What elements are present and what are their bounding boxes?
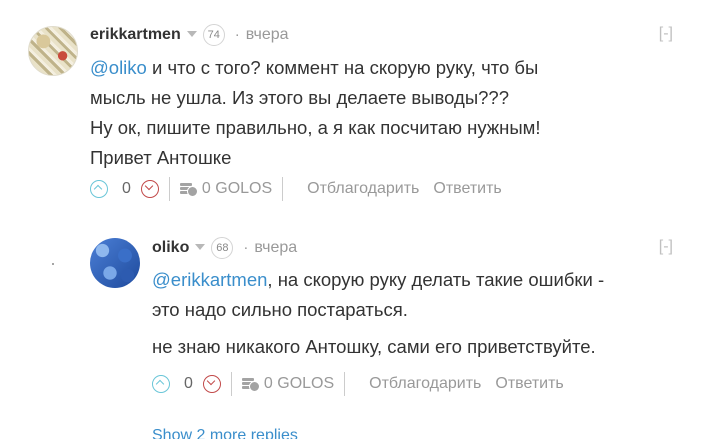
comment-line: Привет Антошке bbox=[90, 147, 232, 168]
separator-dot: · bbox=[243, 239, 249, 257]
comment-line: это надо сильно постараться. bbox=[152, 299, 408, 320]
comment-line: @erikkartmen, на скорую руку делать таки… bbox=[152, 265, 604, 295]
comment-line-text: , на скорую руку делать такие ошибки - bbox=[267, 269, 605, 290]
payout-icon bbox=[241, 376, 260, 392]
collapse-button[interactable]: [-] bbox=[659, 237, 673, 257]
thank-button[interactable]: Отблагодарить bbox=[307, 180, 419, 197]
comment-header: erikkartmen 74 · вчера bbox=[90, 24, 289, 46]
avatar[interactable] bbox=[90, 238, 140, 288]
mention-link[interactable]: @oliko bbox=[90, 57, 147, 78]
upvote-icon[interactable] bbox=[90, 180, 108, 198]
comment-actions: 0 0 GOLOS Отблагодарить Ответить bbox=[90, 177, 502, 201]
chevron-down-icon[interactable] bbox=[195, 244, 206, 250]
comment-line: Ну ок, пишите правильно, а я как посчита… bbox=[90, 117, 541, 138]
divider bbox=[344, 372, 346, 396]
avatar[interactable] bbox=[28, 26, 78, 76]
comment-line: не знаю никакого Антошку, сами его приве… bbox=[152, 336, 596, 357]
comment-line: мысль не ушла. Из этого вы делаете вывод… bbox=[90, 87, 509, 108]
stray-dot bbox=[52, 263, 54, 265]
payout-value[interactable]: 0 GOLOS bbox=[264, 375, 334, 392]
comment-text: @oliko и что с того? коммент на скорую р… bbox=[90, 53, 541, 173]
thank-button[interactable]: Отблагодарить bbox=[369, 375, 481, 392]
collapse-button[interactable]: [-] bbox=[659, 24, 673, 44]
show-more-replies-link[interactable]: Show 2 more replies bbox=[152, 426, 298, 439]
timestamp[interactable]: вчера bbox=[246, 26, 289, 43]
divider bbox=[230, 372, 232, 396]
downvote-icon[interactable] bbox=[140, 180, 159, 198]
reply-button[interactable]: Ответить bbox=[495, 375, 563, 392]
upvote-icon[interactable] bbox=[152, 375, 170, 393]
comment-header: oliko 68 · вчера bbox=[152, 237, 297, 259]
vote-count: 0 bbox=[184, 375, 193, 392]
comment-line-text: и что с того? коммент на скорую руку, чт… bbox=[146, 57, 539, 78]
separator-dot: · bbox=[234, 26, 240, 44]
vote-count: 0 bbox=[122, 180, 131, 197]
author-name[interactable]: erikkartmen bbox=[90, 26, 181, 43]
reputation-badge: 74 bbox=[202, 24, 225, 46]
downvote-icon[interactable] bbox=[202, 375, 221, 393]
author-name[interactable]: oliko bbox=[152, 239, 189, 256]
comments-thread: erikkartmen 74 · вчера [-] @oliko и что с т… bbox=[0, 0, 702, 439]
mention-link[interactable]: @erikkartmen bbox=[152, 269, 267, 290]
reply-button[interactable]: Ответить bbox=[433, 180, 501, 197]
timestamp[interactable]: вчера bbox=[254, 239, 297, 256]
comment-line: @oliko и что с того? коммент на скорую р… bbox=[90, 53, 541, 83]
divider bbox=[282, 177, 284, 201]
comment-text: @erikkartmen, на скорую руку делать таки… bbox=[152, 265, 604, 362]
reputation-badge: 68 bbox=[211, 237, 234, 259]
divider bbox=[168, 177, 170, 201]
comment-actions: 0 0 GOLOS Отблагодарить Ответить bbox=[152, 372, 564, 396]
payout-icon bbox=[179, 181, 198, 197]
payout-value[interactable]: 0 GOLOS bbox=[202, 180, 272, 197]
chevron-down-icon[interactable] bbox=[186, 31, 197, 37]
